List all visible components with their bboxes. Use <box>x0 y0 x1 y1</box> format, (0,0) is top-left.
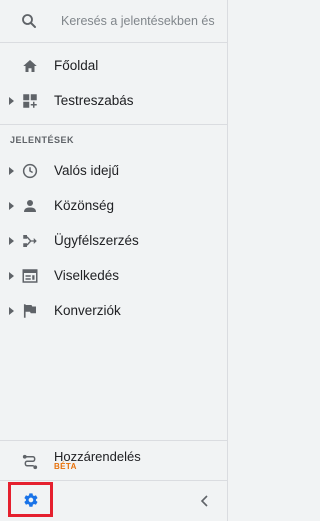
acquisition-icon <box>23 235 37 247</box>
beta-badge: BÉTA <box>54 462 77 471</box>
gear-icon <box>23 492 37 507</box>
search-placeholder: Keresés a jelentésekben és <box>61 14 215 28</box>
section-header-reports: JELENTÉSEK <box>10 135 75 145</box>
dashboard-add-icon <box>23 94 37 108</box>
search-icon <box>22 14 36 28</box>
collapse-sidebar-icon[interactable] <box>199 494 211 508</box>
nav-item-customization-label: Testreszabás <box>54 93 134 108</box>
divider <box>0 124 228 125</box>
behavior-icon <box>22 269 38 283</box>
nav-item-acquisition-label: Ügyfélszerzés <box>54 233 139 248</box>
attribution-icon <box>22 454 38 470</box>
nav-item-home-label: Főoldal <box>54 58 99 73</box>
search-bar[interactable]: Keresés a jelentésekben és <box>0 0 228 42</box>
person-icon <box>24 200 36 212</box>
nav-item-acquisition[interactable]: Ügyfélszerzés <box>0 224 228 258</box>
nav-item-audience-label: Közönség <box>54 198 115 213</box>
home-icon <box>23 60 37 72</box>
expand-caret-icon <box>9 97 14 105</box>
nav-item-audience[interactable]: Közönség <box>0 189 228 223</box>
expand-caret-icon <box>9 307 14 315</box>
expand-caret-icon <box>9 237 14 245</box>
flag-icon <box>23 304 36 318</box>
nav-item-attribution[interactable]: Hozzárendelés BÉTA <box>0 442 228 478</box>
divider <box>0 480 228 481</box>
divider <box>0 42 228 43</box>
divider <box>0 440 228 441</box>
nav-item-home[interactable]: Főoldal <box>0 49 228 83</box>
expand-caret-icon <box>9 202 14 210</box>
nav-item-behavior[interactable]: Viselkedés <box>0 259 228 293</box>
clock-icon <box>22 163 38 179</box>
expand-caret-icon <box>9 272 14 280</box>
nav-item-behavior-label: Viselkedés <box>54 268 120 283</box>
expand-caret-icon <box>9 167 14 175</box>
nav-item-conversions-label: Konverziók <box>54 303 121 318</box>
nav-item-customization[interactable]: Testreszabás <box>0 84 228 118</box>
settings-button[interactable] <box>8 482 53 517</box>
nav-item-realtime[interactable]: Valós idejű <box>0 154 228 188</box>
nav-item-realtime-label: Valós idejű <box>54 163 120 178</box>
nav-item-conversions[interactable]: Konverziók <box>0 294 228 328</box>
